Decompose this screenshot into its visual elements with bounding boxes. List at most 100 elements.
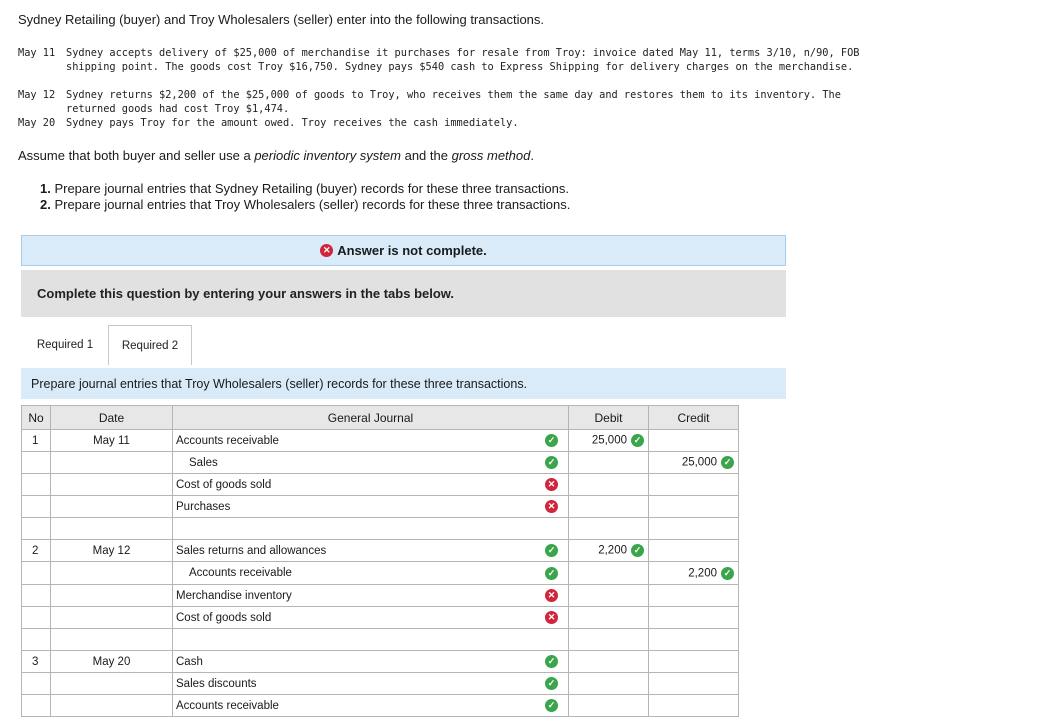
debit-cell[interactable] <box>568 517 649 540</box>
debit-cell[interactable] <box>568 451 649 474</box>
debit-cell[interactable] <box>568 606 649 629</box>
table-row: 1 May 11 Accounts receivable ✓ 25,000 ✓ <box>21 429 739 452</box>
debit-cell[interactable] <box>568 473 649 496</box>
answer-status-banner: ✕ Answer is not complete. <box>21 235 786 266</box>
account-cell[interactable]: Cost of goods sold <box>172 473 523 496</box>
credit-cell[interactable] <box>648 429 739 452</box>
transaction-3: May 20 Sydney pays Troy for the amount o… <box>18 116 888 130</box>
account-cell[interactable]: Merchandise inventory <box>172 584 523 607</box>
date-cell[interactable] <box>50 694 173 717</box>
table-row: 3 May 20 Cash ✓ <box>21 650 739 673</box>
journal-body: 1 May 11 Accounts receivable ✓ 25,000 ✓ Sales ✓… <box>21 429 739 717</box>
account-cell[interactable]: Cost of goods sold <box>172 606 523 629</box>
date-cell[interactable]: May 20 <box>50 650 173 673</box>
transaction-2: May 12 Sydney returns $2,200 of the $25,… <box>18 88 888 116</box>
account-cell[interactable]: Accounts receivable <box>172 561 523 585</box>
assumption-text: Assume that both buyer and seller use a … <box>18 148 534 163</box>
credit-cell[interactable] <box>648 672 739 695</box>
status-cell <box>522 517 569 540</box>
credit-cell[interactable]: 2,200 ✓ <box>648 561 739 585</box>
table-row: 2 May 12 Sales returns and allowances ✓ 2,20… <box>21 539 739 562</box>
account-cell[interactable]: Sales discounts <box>172 672 523 695</box>
entry-number-cell <box>21 672 51 695</box>
credit-cell[interactable] <box>648 495 739 518</box>
table-row: Sales discounts ✓ <box>21 672 739 695</box>
date-cell[interactable] <box>50 606 173 629</box>
entry-number-cell: 1 <box>21 429 51 452</box>
credit-cell[interactable] <box>648 694 739 717</box>
transaction-date: May 11 <box>18 47 56 59</box>
account-cell[interactable]: Accounts receivable <box>172 694 523 717</box>
date-cell[interactable]: May 11 <box>50 429 173 452</box>
requirement-text: Prepare journal entries that Sydney Reta… <box>50 181 569 196</box>
tab-required-1[interactable]: Required 1 <box>25 325 105 365</box>
tab-prompt: Prepare journal entries that Troy Wholes… <box>21 368 786 399</box>
entry-number-cell <box>21 628 51 651</box>
credit-cell[interactable] <box>648 650 739 673</box>
credit-cell[interactable] <box>648 584 739 607</box>
credit-cell[interactable] <box>648 517 739 540</box>
debit-value: 25,000 <box>591 434 627 447</box>
entry-number-cell: 3 <box>21 650 51 673</box>
account-cell[interactable]: Sales <box>172 451 523 474</box>
x-circle-icon: ✕ <box>545 611 558 624</box>
status-cell: ✓ <box>522 650 569 673</box>
account-cell[interactable] <box>172 517 523 540</box>
date-cell[interactable] <box>50 495 173 518</box>
debit-cell[interactable] <box>568 584 649 607</box>
date-cell[interactable] <box>50 473 173 496</box>
table-row: Cost of goods sold ✕ <box>21 606 739 629</box>
table-row: Accounts receivable ✓ 2,200 ✓ <box>21 561 739 585</box>
transaction-date: May 12 <box>18 89 56 101</box>
credit-cell[interactable] <box>648 628 739 651</box>
header-debit: Debit <box>568 405 649 430</box>
credit-cell[interactable] <box>648 473 739 496</box>
date-cell[interactable] <box>50 584 173 607</box>
entry-number-cell <box>21 473 51 496</box>
x-circle-icon: ✕ <box>545 478 558 491</box>
date-cell[interactable] <box>50 628 173 651</box>
header-date: Date <box>50 405 173 430</box>
entry-number-cell <box>21 584 51 607</box>
date-cell[interactable] <box>50 517 173 540</box>
assumption-term-1: periodic inventory system <box>254 148 401 163</box>
debit-cell[interactable] <box>568 561 649 585</box>
date-cell[interactable]: May 12 <box>50 539 173 562</box>
account-cell[interactable]: Purchases <box>172 495 523 518</box>
table-row: Merchandise inventory ✕ <box>21 584 739 607</box>
credit-cell[interactable] <box>648 539 739 562</box>
transaction-text: Sydney returns $2,200 of the $25,000 of … <box>66 89 841 115</box>
status-cell: ✓ <box>522 561 569 585</box>
status-cell: ✕ <box>522 606 569 629</box>
credit-cell[interactable] <box>648 606 739 629</box>
check-circle-icon: ✓ <box>545 699 558 712</box>
table-row: Cost of goods sold ✕ <box>21 473 739 496</box>
account-cell[interactable]: Cash <box>172 650 523 673</box>
tab-required-2[interactable]: Required 2 <box>108 325 192 365</box>
debit-cell[interactable] <box>568 694 649 717</box>
status-cell: ✕ <box>522 495 569 518</box>
date-cell[interactable] <box>50 672 173 695</box>
status-cell: ✓ <box>522 694 569 717</box>
check-circle-icon: ✓ <box>631 434 644 447</box>
table-row <box>21 628 739 651</box>
requirement-2: 2. Prepare journal entries that Troy Who… <box>40 197 570 213</box>
date-cell[interactable] <box>50 451 173 474</box>
status-cell: ✕ <box>522 473 569 496</box>
account-cell[interactable] <box>172 628 523 651</box>
entry-number-cell <box>21 694 51 717</box>
account-cell[interactable]: Accounts receivable <box>172 429 523 452</box>
debit-cell[interactable] <box>568 672 649 695</box>
entry-number-cell <box>21 517 51 540</box>
account-cell[interactable]: Sales returns and allowances <box>172 539 523 562</box>
debit-cell[interactable]: 2,200 ✓ <box>568 539 649 562</box>
debit-cell[interactable]: 25,000 ✓ <box>568 429 649 452</box>
x-circle-icon: ✕ <box>545 589 558 602</box>
table-row: Purchases ✕ <box>21 495 739 518</box>
debit-cell[interactable] <box>568 650 649 673</box>
date-cell[interactable] <box>50 561 173 585</box>
debit-cell[interactable] <box>568 495 649 518</box>
answer-status-text: Answer is not complete. <box>337 243 487 258</box>
debit-cell[interactable] <box>568 628 649 651</box>
credit-cell[interactable]: 25,000 ✓ <box>648 451 739 474</box>
